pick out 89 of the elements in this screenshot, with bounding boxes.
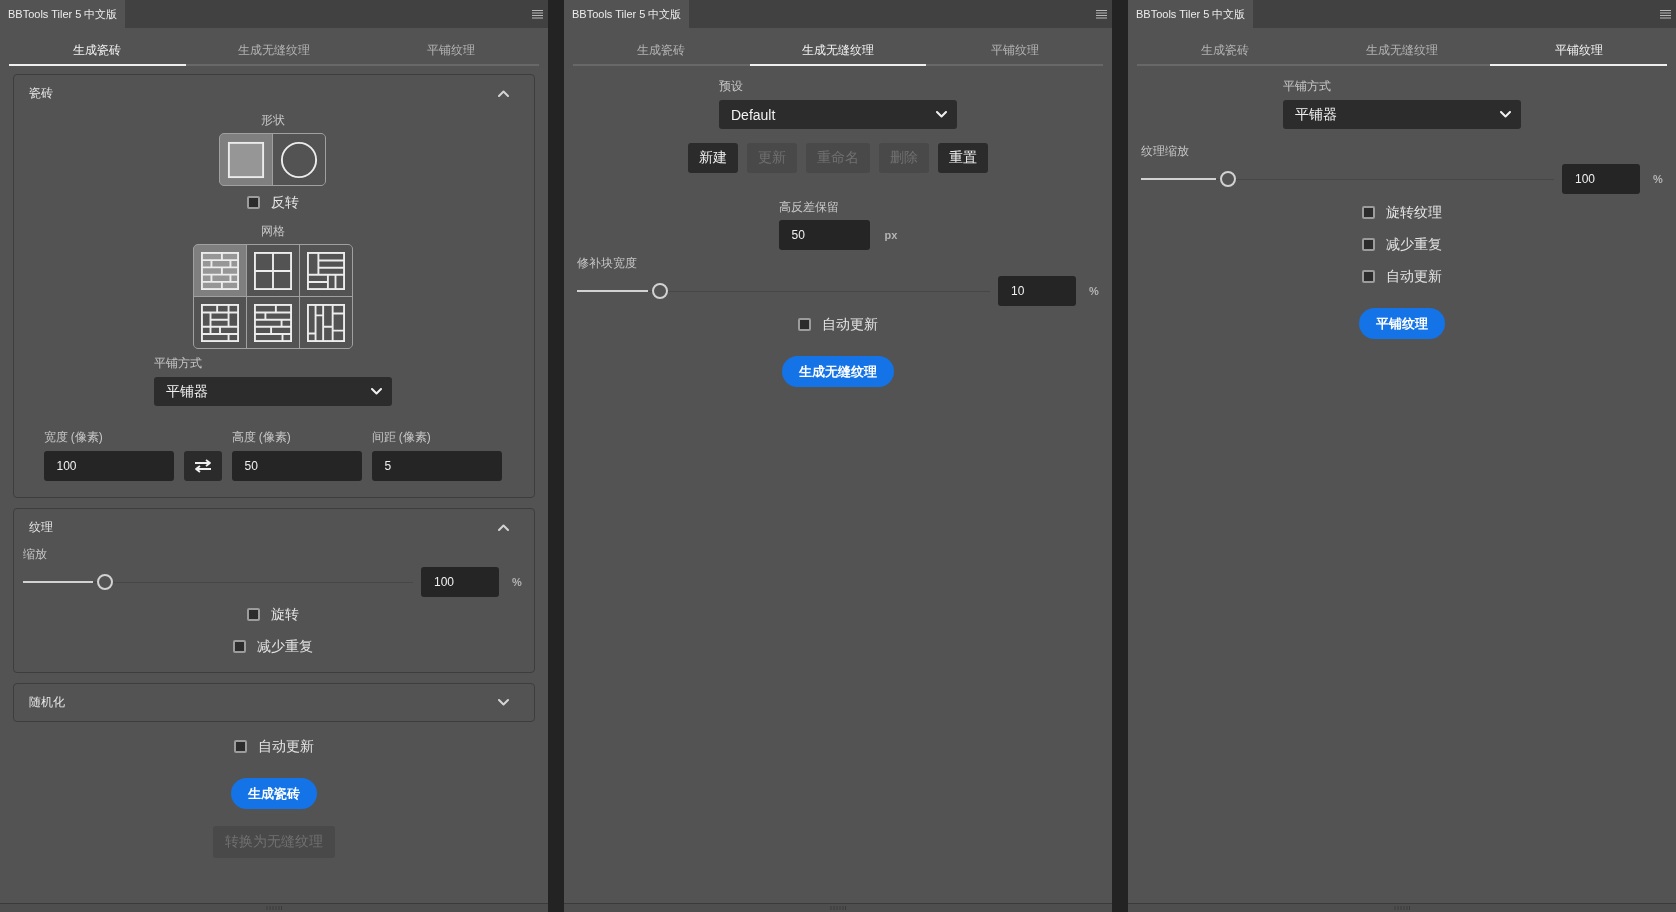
checkbox-label: 旋转纹理 [1386,203,1442,222]
picker-option[interactable] [299,245,352,296]
number-field[interactable]: 100 [43,451,174,481]
dropdown-label: 平铺方式 [153,355,203,371]
checkbox-label: 自动更新 [822,315,878,334]
primary-button[interactable]: 生成无缝纹理 [782,356,894,387]
tab[interactable]: 生成瓷砖 [573,28,750,66]
picker-option[interactable] [193,245,246,296]
checkbox[interactable] [234,739,247,753]
checkbox-label: 反转 [270,193,299,212]
picker-option[interactable] [246,297,299,348]
panel-title-tab[interactable]: BBTools Tiler 5 中文版 [0,0,126,28]
tab[interactable]: 生成瓷砖 [9,28,186,66]
checkbox[interactable] [232,639,246,653]
tab[interactable]: 生成无缝纹理 [749,28,927,66]
unit-label: % [512,576,522,588]
field-label: 间距 (像素) [371,429,432,445]
picker-option[interactable] [273,134,325,185]
number-field[interactable]: 50 [231,451,362,481]
tab[interactable]: 生成瓷砖 [1137,28,1314,66]
slider-thumb[interactable] [96,574,113,590]
menu-icon[interactable] [1660,9,1671,19]
field-label: 宽度 (像素) [43,429,104,445]
tab[interactable]: 平铺纹理 [926,28,1103,66]
slider-label: 修补块宽度 [577,255,638,271]
slider-label: 缩放 [23,546,48,562]
vertical-brick-pattern-icon [306,303,345,342]
dropdown-label: 预设 [719,78,744,94]
preset-button[interactable]: 新建 [688,143,738,173]
chevron-up-icon[interactable] [498,524,509,531]
number-field[interactable]: 10 [998,276,1076,306]
four-squares-icon [253,251,292,290]
checkbox-label: 旋转 [270,605,299,624]
unit-label: px [884,229,898,241]
checkbox[interactable] [246,195,260,209]
primary-button[interactable]: 生成瓷砖 [231,778,317,809]
number-field[interactable]: 5 [371,451,502,481]
slider-thumb[interactable] [651,283,668,299]
circle-icon [280,140,318,179]
brick-pattern-icon [200,251,239,290]
section-title: 随机化 [29,694,65,711]
picker-option[interactable] [220,134,272,185]
checkbox[interactable] [246,607,260,621]
panel-title-tab[interactable]: BBTools Tiler 5 中文版 [1128,0,1254,28]
slider-thumb[interactable] [1219,171,1236,187]
dropdown[interactable]: Default [719,100,957,129]
picker-option[interactable] [246,245,299,296]
field-label: 高反差保留 [778,199,840,215]
checkbox[interactable] [1362,269,1375,283]
checkbox-label: 自动更新 [1386,267,1442,286]
section-title: 瓷砖 [29,85,53,102]
tab[interactable]: 平铺纹理 [1490,28,1667,66]
tab[interactable]: 生成无缝纹理 [1313,28,1491,66]
number-field[interactable]: 50 [778,220,870,250]
section-title: 纹理 [29,519,53,536]
picker-option[interactable] [193,297,246,348]
number-field[interactable]: 100 [1562,164,1640,194]
preset-button[interactable]: 重置 [938,143,988,173]
tab[interactable]: 平铺纹理 [362,28,539,66]
swap-arrows-icon [193,459,212,473]
picker-label: 网格 [260,223,285,239]
number-field[interactable]: 100 [421,567,499,597]
checkbox[interactable] [1362,205,1375,219]
checkbox-label: 自动更新 [258,737,314,756]
dropdown[interactable]: 平铺器 [1283,100,1521,129]
staggered-brick-pattern-icon [253,303,292,342]
dropdown-label: 平铺方式 [1283,78,1332,94]
checkbox[interactable] [798,317,811,331]
unit-label: % [1653,173,1663,185]
basket-weave-pattern-icon [200,303,239,342]
primary-button[interactable]: 平铺纹理 [1359,308,1445,339]
field-label: 高度 (像素) [231,429,292,445]
checkbox-label: 减少重复 [1386,235,1442,254]
square-icon [227,140,265,179]
chevron-up-icon[interactable] [498,90,509,97]
picker-option[interactable] [299,297,352,348]
panel-title-tab[interactable]: BBTools Tiler 5 中文版 [564,0,690,28]
dropdown[interactable]: 平铺器 [153,377,392,406]
swap-button[interactable] [183,451,222,481]
chevron-down-icon[interactable] [498,699,509,706]
picker-label: 形状 [260,112,285,128]
checkbox-label: 减少重复 [256,637,313,656]
mixed-tile-pattern-icon [306,251,345,290]
slider-label: 纹理缩放 [1141,143,1190,159]
checkbox[interactable] [1362,237,1375,251]
tab[interactable]: 生成无缝纹理 [185,28,363,66]
menu-icon[interactable] [532,9,543,19]
menu-icon[interactable] [1096,9,1107,19]
unit-label: % [1089,285,1099,297]
